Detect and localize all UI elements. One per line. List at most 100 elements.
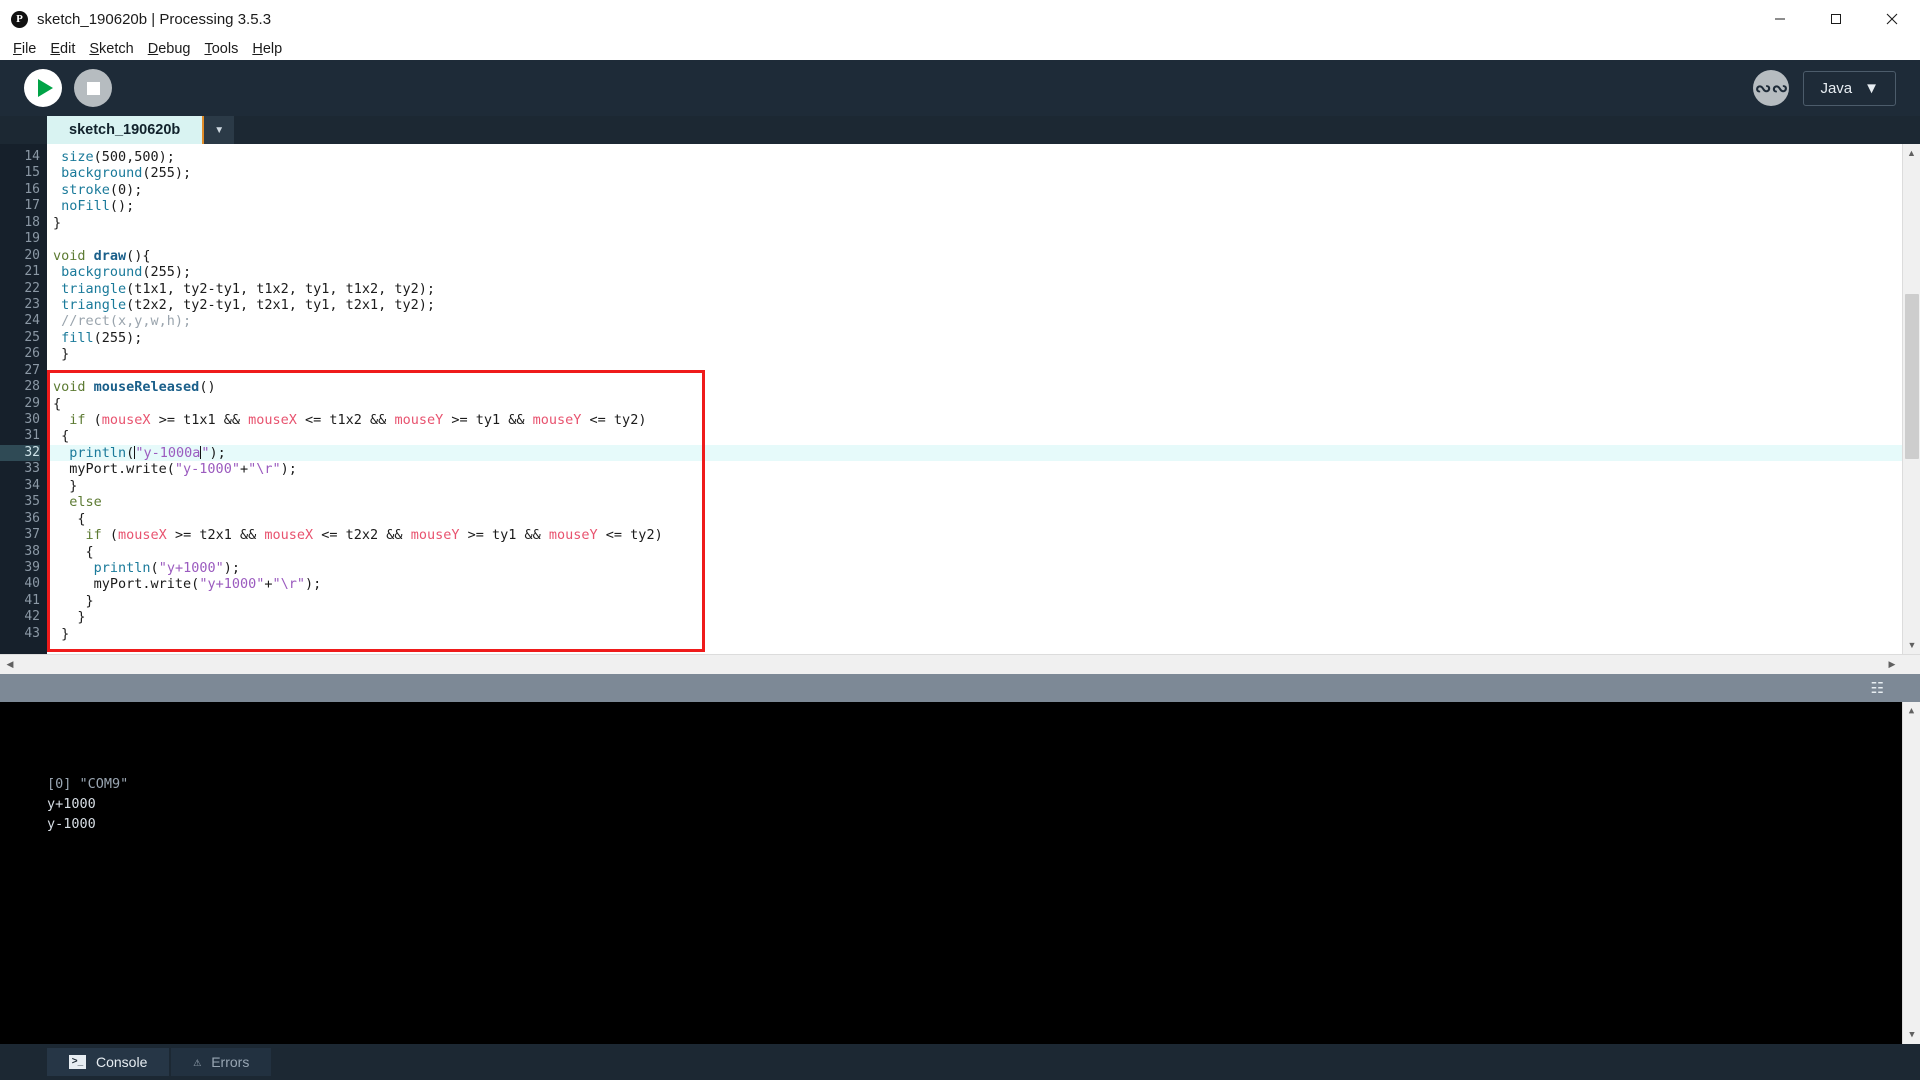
line-number: 16 <box>24 181 40 197</box>
code-line[interactable]: } <box>47 215 1920 231</box>
line-number: 26 <box>24 346 40 362</box>
code-line[interactable]: { <box>47 428 1920 444</box>
code-text-area[interactable]: size(500,500); background(255); stroke(0… <box>47 144 1920 654</box>
line-number-gutter: 14 15 16 17 18 19 20 21 22 23 24 25 26 27 28 29 30 31 32 33… <box>0 144 47 654</box>
code-token: } <box>53 609 86 626</box>
console-output[interactable]: ▲ ▼ [0] "COM9" y+1000 y-1000 <box>0 702 1920 1044</box>
code-line[interactable]: stroke(0); <box>47 182 1920 198</box>
code-token: } <box>53 477 78 494</box>
console-expand-icon[interactable]: ☷ <box>1871 679 1884 697</box>
tab-console[interactable]: >_ Console <box>47 1048 170 1076</box>
editor-horizontal-scrollbar[interactable]: ◀ ▶ <box>0 654 1920 674</box>
code-line[interactable]: background(255); <box>47 165 1920 181</box>
code-line[interactable]: println("y+1000"); <box>47 560 1920 576</box>
menu-item-help[interactable]: Help <box>245 38 289 60</box>
stop-button[interactable] <box>74 69 112 107</box>
code-line[interactable]: void draw(){ <box>47 248 1920 264</box>
code-line[interactable]: { <box>47 511 1920 527</box>
debugger-butterfly-icon[interactable]: ∾∾ <box>1753 70 1790 106</box>
window-titlebar: P sketch_190620b | Processing 3.5.3 <box>0 0 1920 38</box>
line-number: 20 <box>24 247 40 263</box>
code-token: ); <box>280 461 297 478</box>
scroll-up-icon[interactable]: ▲ <box>1903 702 1920 720</box>
code-token: (){ <box>126 247 151 264</box>
scroll-down-icon[interactable]: ▼ <box>1903 1026 1920 1044</box>
code-token: myPort.write( <box>53 576 200 593</box>
code-line[interactable]: } <box>47 626 1920 642</box>
code-line[interactable]: noFill(); <box>47 198 1920 214</box>
code-line[interactable]: { <box>47 544 1920 560</box>
menu-item-edit[interactable]: Edit <box>43 38 82 60</box>
close-icon[interactable] <box>1864 0 1920 38</box>
code-line[interactable]: //rect(x,y,w,h); <box>47 313 1920 329</box>
code-token: background <box>61 264 143 281</box>
code-line[interactable]: } <box>47 346 1920 362</box>
window-controls <box>1752 0 1920 38</box>
tab-menu-button[interactable]: ▼ <box>204 116 235 144</box>
menu-item-tools[interactable]: Tools <box>197 38 245 60</box>
code-editor[interactable]: 14 15 16 17 18 19 20 21 22 23 24 25 26 27 28 29 30 31 32 33… <box>0 144 1920 654</box>
run-button[interactable] <box>24 69 62 107</box>
line-number: 25 <box>24 329 40 345</box>
code-token: { <box>53 543 94 560</box>
code-token: mouseY <box>410 527 460 544</box>
menu-item-file[interactable]: FFileile <box>6 38 43 60</box>
line-number: 17 <box>24 198 40 214</box>
tab-errors[interactable]: ⚠ Errors <box>171 1048 272 1076</box>
code-line[interactable]: triangle(t1x1, ty2-ty1, t1x2, ty1, t1x2,… <box>47 281 1920 297</box>
code-token: println <box>93 559 151 576</box>
toolbar-right-group: ∾∾ Java ▼ <box>1753 70 1896 106</box>
code-line[interactable]: if (mouseX >= t2x1 && mouseX <= t2x2 && … <box>47 527 1920 543</box>
line-number: 33 <box>24 461 40 477</box>
scroll-left-icon[interactable]: ◀ <box>0 659 20 670</box>
code-line[interactable]: void mouseReleased() <box>47 379 1920 395</box>
console-line: y-1000 <box>47 816 96 832</box>
code-line[interactable]: } <box>47 478 1920 494</box>
console-divider[interactable]: ☷ <box>0 674 1920 702</box>
maximize-icon[interactable] <box>1808 0 1864 38</box>
code-line[interactable]: background(255); <box>47 264 1920 280</box>
scroll-down-icon[interactable]: ▼ <box>1903 636 1920 654</box>
code-token: <= t2x2 && <box>313 527 411 544</box>
code-line[interactable]: { <box>47 396 1920 412</box>
line-number: 23 <box>24 296 40 312</box>
code-token: >= ty1 && <box>443 412 533 428</box>
code-token: size <box>61 149 94 165</box>
menu-item-debug[interactable]: Debug <box>141 38 198 60</box>
code-token: (t2x2, ty2-ty1, t2x1, ty1, t2x1, ty2); <box>126 296 436 313</box>
line-number: 35 <box>24 494 40 510</box>
code-line[interactable]: fill(255); <box>47 330 1920 346</box>
console-vertical-scrollbar[interactable]: ▲ ▼ <box>1902 702 1920 1044</box>
sketch-tab[interactable]: sketch_190620b <box>47 116 205 144</box>
code-line[interactable]: println("y-1000a"); <box>47 444 1920 462</box>
chevron-down-icon: ▼ <box>214 124 225 136</box>
code-line[interactable]: myPort.write("y+1000"+"\r"); <box>47 576 1920 592</box>
scroll-up-icon[interactable]: ▲ <box>1903 144 1920 162</box>
code-line[interactable] <box>47 363 1920 379</box>
editor-vertical-scrollbar[interactable]: ▲ ▼ <box>1902 144 1920 654</box>
code-line[interactable]: else <box>47 494 1920 510</box>
code-token: noFill <box>61 198 110 215</box>
scrollbar-thumb[interactable] <box>1905 294 1919 459</box>
code-line[interactable] <box>47 231 1920 247</box>
code-line[interactable]: triangle(t2x2, ty2-ty1, t2x1, ty1, t2x1,… <box>47 297 1920 313</box>
code-token: >= t1x1 && <box>150 412 249 428</box>
code-token: { <box>53 428 70 445</box>
code-token: } <box>53 625 70 642</box>
code-token: if <box>85 527 102 544</box>
mode-selector[interactable]: Java ▼ <box>1803 70 1896 106</box>
minimize-icon[interactable] <box>1752 0 1808 38</box>
code-line[interactable]: } <box>47 609 1920 625</box>
code-line[interactable]: size(500,500); <box>47 149 1920 165</box>
code-line[interactable]: myPort.write("y-1000"+"\r"); <box>47 461 1920 477</box>
scroll-right-icon[interactable]: ▶ <box>1882 659 1902 670</box>
menu-item-sketch[interactable]: Sketch <box>82 38 140 60</box>
mode-label: Java <box>1820 79 1853 97</box>
code-token: ); <box>223 559 240 576</box>
code-line[interactable]: } <box>47 593 1920 609</box>
code-line[interactable]: if (mouseX >= t1x1 && mouseX <= t1x2 && … <box>47 412 1920 428</box>
code-token: ( <box>126 444 135 461</box>
